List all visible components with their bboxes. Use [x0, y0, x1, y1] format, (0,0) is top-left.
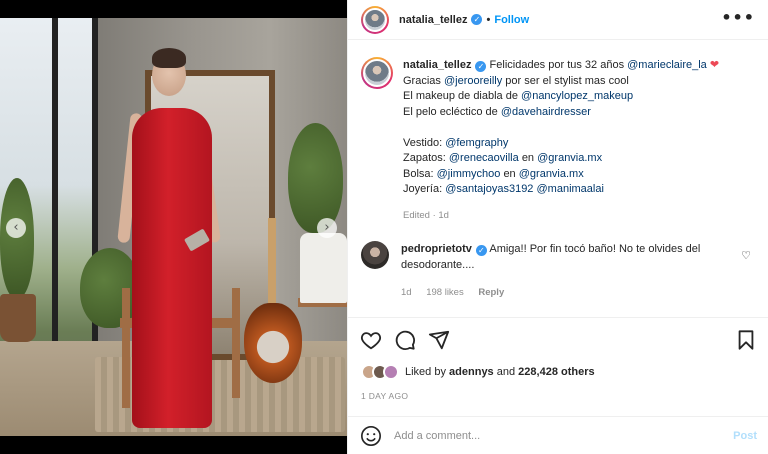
add-comment-bar: Post [348, 416, 768, 454]
heart-icon[interactable] [360, 329, 382, 351]
avatar[interactable] [361, 5, 389, 34]
chevron-right-icon[interactable]: › [317, 218, 337, 238]
comment-likes[interactable]: 198 likes [426, 287, 464, 298]
mention-link[interactable]: @renecaovilla [449, 152, 519, 164]
post-timestamp[interactable]: 1 DAY AGO [361, 391, 408, 401]
post-photo [0, 18, 347, 436]
mention-link[interactable]: @femgraphy [445, 137, 508, 149]
heart-icon[interactable]: ♡ [741, 249, 751, 262]
mention-link[interactable]: @nancylopez_makeup [521, 90, 633, 102]
caption-text: por ser el stylist mas cool [505, 74, 629, 87]
caption-text: Zapatos: [403, 152, 446, 164]
liked-by-user[interactable]: adennys [449, 366, 494, 378]
red-dress [132, 108, 212, 428]
comment-input[interactable] [394, 429, 714, 442]
more-icon[interactable]: ••• [721, 10, 755, 26]
post-button[interactable]: Post [733, 430, 757, 442]
verified-icon: ✓ [475, 245, 487, 256]
comment-age: 1d [401, 287, 412, 298]
chevron-left-icon[interactable]: ‹ [6, 218, 26, 238]
avatar[interactable] [361, 241, 389, 269]
share-icon[interactable] [428, 329, 450, 351]
mention-link[interactable]: @manimaalai [537, 183, 604, 195]
caption-text: Joyería: [403, 183, 443, 195]
likes-and: and [496, 366, 516, 378]
comment-icon[interactable] [394, 329, 416, 351]
follow-button[interactable]: Follow [494, 14, 529, 26]
mention-link[interactable]: @jimmychoo [437, 168, 501, 180]
edited-timestamp: Edited · 1d [403, 209, 449, 221]
likes-summary: Liked by adennys and 228,428 others [361, 364, 595, 380]
comment-username[interactable]: pedroprietotv [401, 243, 472, 255]
caption-text: El pelo ecléctico de [403, 105, 498, 118]
post-caption: natalia_tellez ✓ Felicidades por tus 32 a… [361, 57, 761, 223]
separator-dot: • [486, 13, 491, 26]
post-header: natalia_tellez ✓ • Follow ••• [348, 0, 768, 40]
heart-emoji-icon: ❤ [709, 58, 720, 71]
post-media: ‹ › [0, 0, 347, 454]
mention-link[interactable]: @jerooreilly [444, 75, 502, 87]
instagram-post-modal: ‹ › natalia_tellez ✓ • Follow ••• natali… [0, 0, 768, 454]
reply-button[interactable]: Reply [478, 287, 504, 298]
header-username[interactable]: natalia_tellez [399, 14, 467, 26]
caption-text: Gracias [403, 74, 441, 87]
mention-link[interactable]: @davehairdresser [501, 106, 591, 118]
caption-text: Felicidades por tus 32 años [489, 59, 625, 71]
likes-prefix: Liked by [405, 366, 446, 378]
caption-text: Bolsa: [403, 167, 434, 180]
verified-icon: ✓ [471, 14, 483, 25]
caption-text: Vestido: [403, 136, 443, 149]
verified-icon: ✓ [475, 61, 487, 72]
mention-link[interactable]: @granvia.mx [537, 152, 602, 164]
mention-link[interactable]: @granvia.mx [519, 168, 584, 180]
comment-item: pedroprietotv ✓ Amiga!! Por fin tocó baño… [361, 241, 761, 301]
caption-text: El makeup de diabla de [403, 90, 518, 102]
emoji-icon[interactable] [360, 425, 382, 447]
caption-text: en [521, 152, 535, 164]
avatar[interactable] [361, 57, 393, 89]
post-actions: Liked by adennys and 228,428 others 1 DA… [348, 317, 768, 412]
mention-link[interactable]: @marieclaire_la [627, 59, 707, 71]
caption-username[interactable]: natalia_tellez [403, 59, 471, 71]
avatar[interactable] [383, 364, 399, 380]
likes-others-link[interactable]: 228,428 others [518, 366, 594, 378]
mention-link[interactable]: @santajoyas3192 [445, 183, 533, 195]
post-side-panel: natalia_tellez ✓ • Follow ••• natalia_te… [347, 0, 768, 454]
save-icon[interactable] [735, 329, 757, 351]
caption-text: en [503, 167, 516, 180]
